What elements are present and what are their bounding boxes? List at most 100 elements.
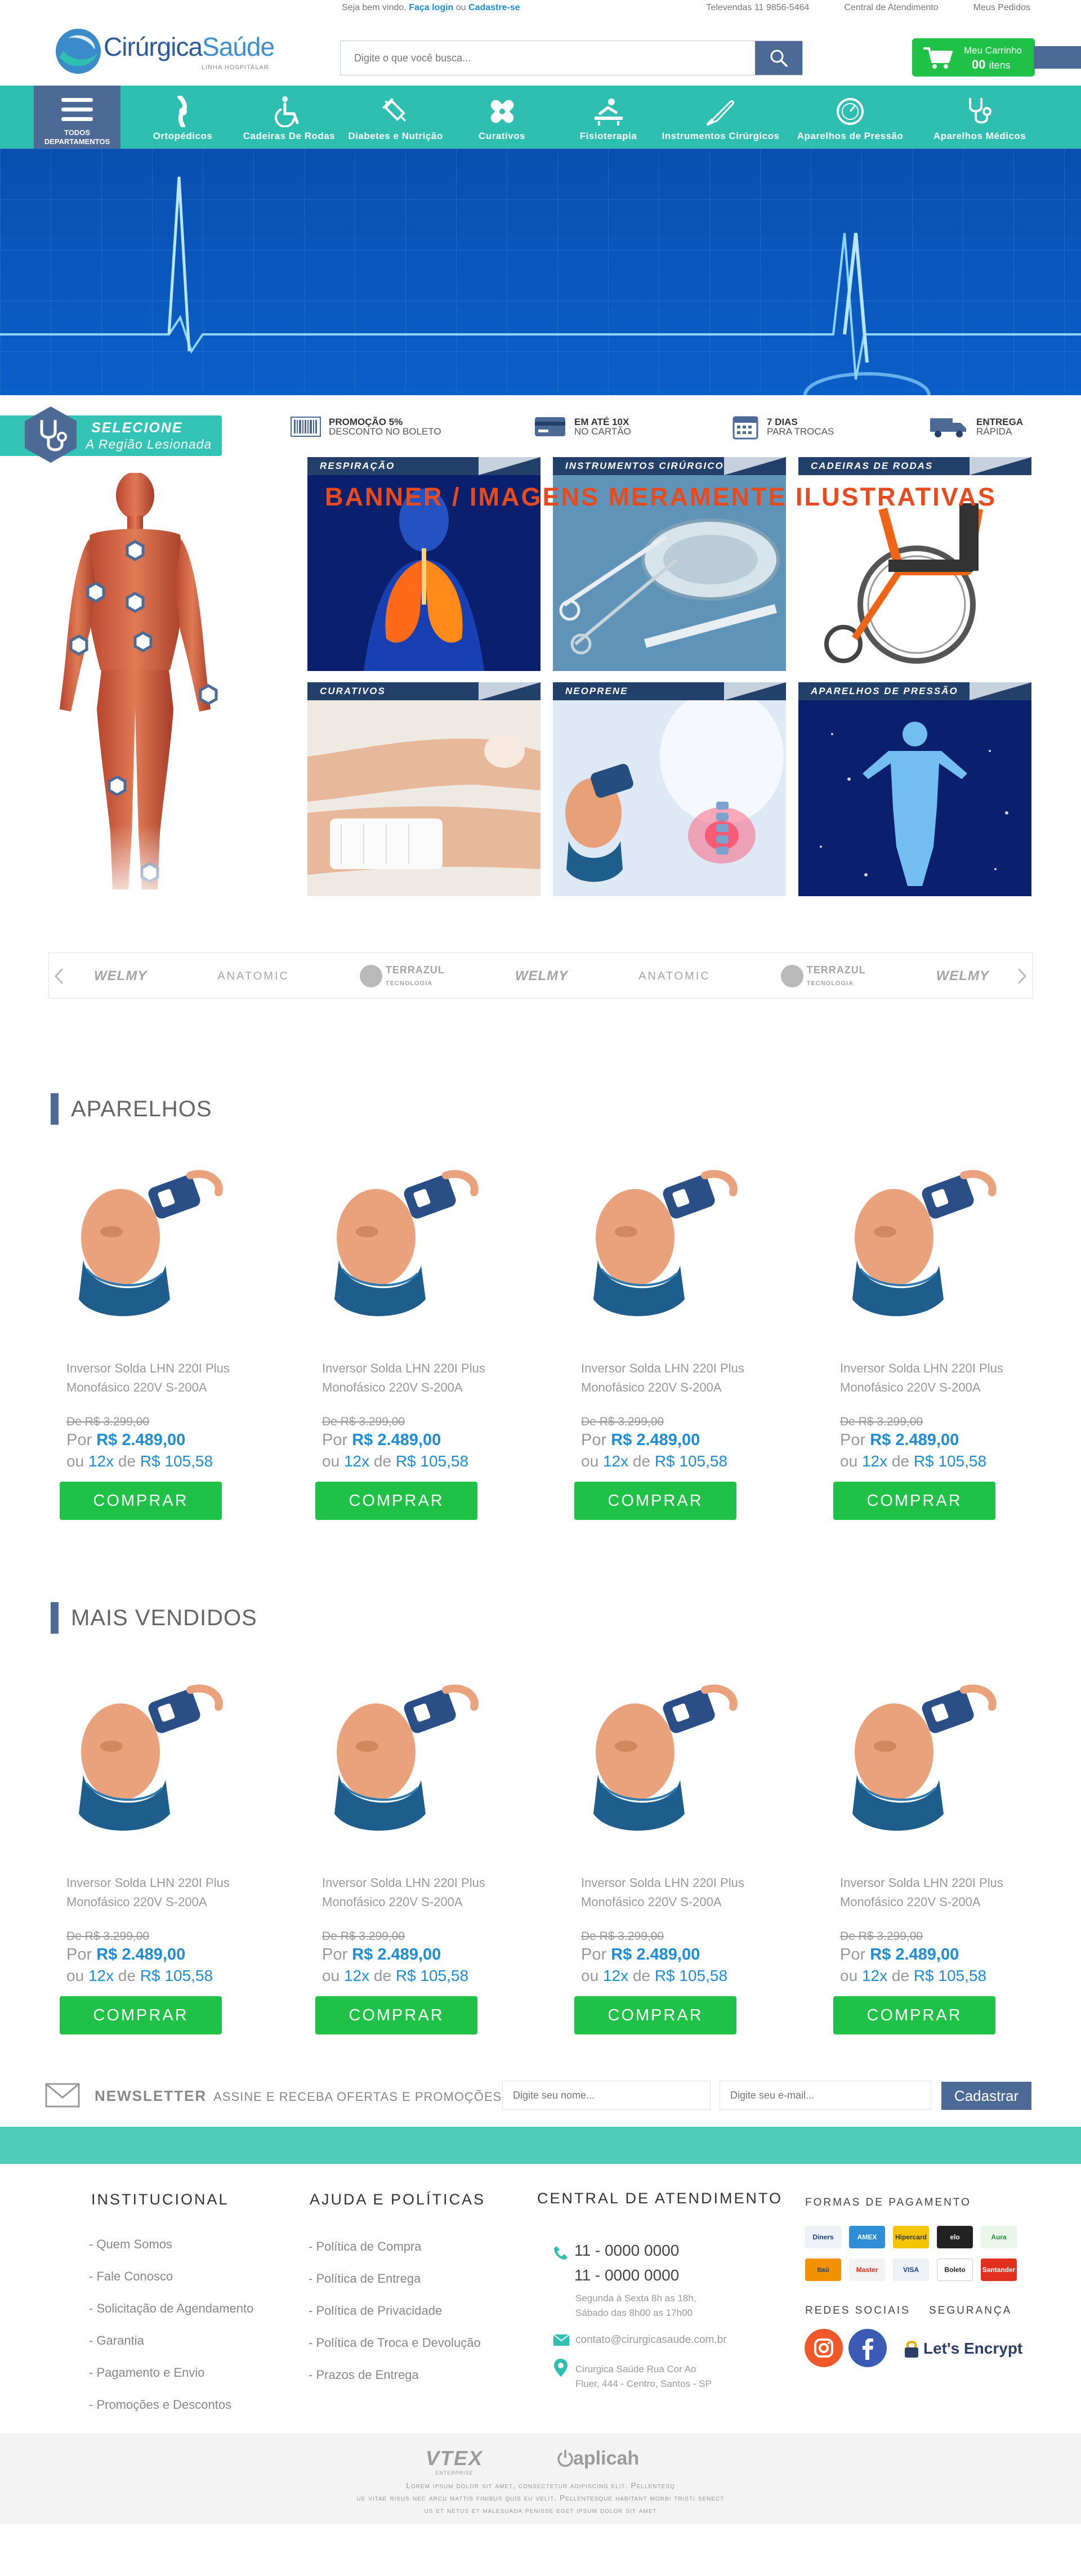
aplicah-logo: aplicah (557, 2448, 639, 2470)
cervical-collar-image[interactable] (570, 1667, 739, 1836)
cervical-collar-image[interactable] (55, 1667, 224, 1836)
footer-link[interactable]: - Quem Somos (89, 2237, 172, 2252)
logo-name: CirúrgicaSaúde (104, 32, 275, 62)
product-name[interactable]: Inversor Solda LHN 220I Plus Monofásico … (840, 1359, 1003, 1397)
top-links: Televendas 11 9856-5464 Central de Atend… (706, 3, 1030, 13)
brand-logo[interactable]: TERRAZUL TECNOLOGIA (359, 964, 445, 988)
cervical-collar-image[interactable] (311, 1153, 480, 1322)
benefit-cartao: EM ATÉ 10X NO CARTÃO (534, 410, 631, 444)
buy-button[interactable]: COMPRAR (833, 1996, 995, 2034)
buy-button[interactable]: COMPRAR (574, 1996, 736, 2034)
newsletter-submit-button[interactable]: Cadastrar (941, 2082, 1031, 2110)
brands-carousel: WELMY ANATOMIC TERRAZUL TECNOLOGIA WELMY … (48, 952, 1033, 999)
footer-social-title: REDES SOCIAIS (805, 2305, 910, 2316)
tile-instrumentos-label: INSTRUMENTOS CIRÚRGICOS (553, 457, 786, 475)
brand-logo[interactable]: WELMY (94, 968, 147, 984)
buy-button[interactable]: COMPRAR (574, 1482, 736, 1520)
footer-email[interactable]: contato@cirurgicasaude.com.br (575, 2333, 727, 2347)
body-region-selector[interactable] (23, 473, 248, 912)
footer-phone-2[interactable]: 11 - 0000 0000 (574, 2266, 679, 2284)
product-card[interactable]: Inversor Solda LHN 220I Plus Monofásico … (311, 1153, 485, 1524)
footer-link[interactable]: - Garantia (89, 2333, 144, 2348)
buy-button[interactable]: COMPRAR (315, 1482, 477, 1520)
all-departments-button[interactable]: TODOS DEPARTAMENTOS (34, 86, 120, 149)
instagram-icon[interactable] (804, 2328, 843, 2368)
nav-item-aparelhos-de-pressao[interactable]: Aparelhos de Pressão (780, 86, 921, 149)
newsletter-email-input[interactable] (720, 2081, 931, 2110)
product-card[interactable]: Inversor Solda LHN 220I Plus Monofásico … (55, 1153, 230, 1524)
product-name[interactable]: Inversor Solda LHN 220I Plus Monofásico … (581, 1359, 744, 1397)
search-input[interactable] (341, 41, 756, 75)
televendas-link[interactable]: Televendas 11 9856-5464 (706, 3, 809, 13)
central-atendimento-link[interactable]: Central de Atendimento (844, 3, 938, 13)
footer-link[interactable]: - Política de Compra (309, 2239, 422, 2254)
product-name[interactable]: Inversor Solda LHN 220I Plus Monofásico … (66, 1873, 230, 1912)
carousel-prev-icon[interactable] (51, 967, 68, 986)
cart-count-number: 00 (972, 57, 986, 71)
buy-button[interactable]: COMPRAR (60, 1996, 222, 2034)
nav-item-diabetes-nutricao[interactable]: Diabetes e Nutrição (342, 86, 449, 149)
nav-item-aparelhos-medicos[interactable]: Aparelhos Médicos (921, 86, 1039, 149)
login-link[interactable]: Faça login (409, 3, 453, 12)
meus-pedidos-link[interactable]: Meus Pedidos (973, 3, 1030, 13)
cart-button[interactable]: Meu Carrinho 00 itens (912, 38, 1035, 77)
nav-item-ortopedicos[interactable]: Ortopédicos (129, 86, 236, 149)
newsletter-name-input[interactable] (502, 2081, 711, 2110)
product-card[interactable]: Inversor Solda LHN 220I Plus Monofásico … (311, 1667, 485, 2039)
cervical-collar-image[interactable] (55, 1153, 224, 1322)
product-name[interactable]: Inversor Solda LHN 220I Plus Monofásico … (840, 1873, 1003, 1912)
brand-logo[interactable]: ANATOMIC (638, 970, 711, 983)
product-card[interactable]: Inversor Solda LHN 220I Plus Monofásico … (829, 1667, 1003, 2039)
tile-curativos[interactable]: CURATIVOS (307, 682, 540, 896)
installment-count: 12x (343, 1452, 370, 1470)
product-card[interactable]: Inversor Solda LHN 220I Plus Monofásico … (570, 1153, 744, 1524)
site-logo[interactable]: CirúrgicaSaúde LINHA HOSPITALAR (55, 24, 280, 86)
product-old-price: De R$ 3.299,00 (66, 1415, 150, 1428)
footer-link[interactable]: - Política de Entrega (309, 2271, 421, 2286)
product-card[interactable]: Inversor Solda LHN 220I Plus Monofásico … (570, 1667, 744, 2039)
brand-logo[interactable]: WELMY (936, 968, 989, 984)
all-departments-label-2: DEPARTAMENTOS (44, 137, 110, 146)
footer-link[interactable]: - Política de Privacidade (309, 2304, 442, 2318)
nav-item-fisioterapia[interactable]: Fisioterapia (555, 86, 662, 149)
product-card[interactable]: Inversor Solda LHN 220I Plus Monofásico … (829, 1153, 1003, 1524)
tile-neoprene[interactable]: NEOPRENE (553, 682, 786, 896)
register-link[interactable]: Cadastre-se (468, 3, 520, 12)
brand-logo[interactable]: ANATOMIC (217, 970, 289, 983)
hero-banner[interactable] (0, 149, 1081, 395)
nav-item-cadeiras-de-rodas[interactable]: Cadeiras De Rodas (236, 86, 342, 149)
product-price: Por R$ 2.489,00 (322, 1946, 441, 1964)
cervical-collar-image[interactable] (829, 1153, 998, 1322)
installment-de: de (891, 1967, 910, 1984)
footer-link[interactable]: - Pagamento e Envio (89, 2365, 204, 2380)
cervical-collar-image[interactable] (311, 1667, 480, 1836)
footer-institucional-title: INSTITUCIONAL (91, 2191, 229, 2208)
footer-link[interactable]: - Política de Troca e Devolução (309, 2336, 481, 2350)
carousel-next-icon[interactable] (1013, 967, 1030, 986)
nav-label: Aparelhos Médicos (933, 131, 1026, 141)
buy-button[interactable]: COMPRAR (315, 1996, 477, 2034)
product-name[interactable]: Inversor Solda LHN 220I Plus Monofásico … (322, 1359, 485, 1397)
facebook-icon[interactable] (848, 2328, 887, 2368)
footer-link[interactable]: - Solicitação de Agendamento (89, 2301, 253, 2316)
footer-link[interactable]: - Promoções e Descontos (89, 2398, 231, 2412)
product-name[interactable]: Inversor Solda LHN 220I Plus Monofásico … (581, 1873, 744, 1912)
tile-aparelhos-de-pressao[interactable]: APARELHOS DE PRESSÃO (798, 682, 1031, 896)
nav-item-instrumentos-cirurgicos[interactable]: Instrumentos Cirúrgicos (662, 86, 780, 149)
cervical-collar-image[interactable] (570, 1153, 739, 1322)
product-name[interactable]: Inversor Solda LHN 220I Plus Monofásico … (322, 1873, 485, 1912)
brand-logo[interactable]: WELMY (515, 968, 568, 984)
product-installments: ou 12x de R$ 105,58 (840, 1967, 986, 1985)
product-name[interactable]: Inversor Solda LHN 220I Plus Monofásico … (66, 1359, 230, 1397)
nav-item-curativos[interactable]: Curativos (449, 86, 555, 149)
brand-logo[interactable]: TERRAZUL TECNOLOGIA (780, 964, 866, 988)
footer-link[interactable]: - Prazos de Entrega (309, 2368, 419, 2382)
buy-button[interactable]: COMPRAR (60, 1482, 222, 1520)
buy-button[interactable]: COMPRAR (833, 1482, 995, 1520)
installment-prefix: ou (66, 1967, 84, 1984)
cervical-collar-image[interactable] (829, 1667, 998, 1836)
search-button[interactable] (755, 41, 802, 75)
footer-link[interactable]: - Fale Conosco (89, 2269, 173, 2284)
footer-phone-1[interactable]: 11 - 0000 0000 (574, 2242, 679, 2260)
product-card[interactable]: Inversor Solda LHN 220I Plus Monofásico … (55, 1667, 230, 2039)
